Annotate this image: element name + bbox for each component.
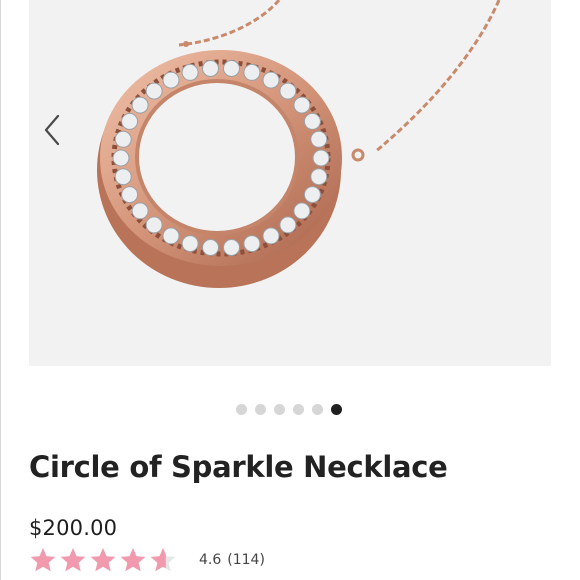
gem-stone — [162, 71, 180, 89]
gem-stone — [293, 96, 311, 114]
gem-stone — [223, 239, 240, 256]
review-count-link[interactable]: (114) — [227, 552, 265, 568]
gem-stone — [145, 82, 163, 100]
gem-stone — [121, 186, 139, 204]
gallery-dot[interactable] — [236, 403, 247, 415]
gem-stone — [303, 186, 321, 204]
rating-value: 4.6 — [199, 552, 222, 568]
gem-stone — [145, 216, 163, 234]
gem-stone — [202, 239, 219, 256]
gem-stone — [202, 60, 219, 77]
gem-stone — [121, 112, 139, 130]
gem-stone — [310, 168, 328, 186]
star-rating — [29, 546, 177, 574]
gallery-dot[interactable] — [274, 403, 285, 415]
star-icon — [120, 548, 146, 572]
gem-stone — [279, 216, 297, 234]
gem-stone — [114, 130, 132, 148]
gem-stone — [279, 82, 297, 100]
gem-stone — [131, 202, 149, 220]
gallery-dot[interactable] — [293, 403, 304, 415]
gem-stone — [181, 235, 199, 253]
product-price: $200.00 — [29, 516, 118, 540]
gem-stone — [162, 227, 180, 245]
star-icon — [90, 548, 116, 572]
star-icon — [30, 548, 56, 572]
gem-stone — [114, 168, 132, 186]
product-image-gallery[interactable] — [29, 0, 551, 366]
star-icon — [60, 548, 86, 572]
gem-stone — [303, 112, 321, 130]
gem-stone — [131, 96, 149, 114]
gem-stone — [243, 235, 261, 253]
gem-stone — [262, 71, 280, 89]
gem-stone — [243, 63, 261, 81]
gallery-dot[interactable] — [331, 403, 342, 415]
product-title: Circle of Sparkle Necklace — [29, 450, 448, 484]
gem-stone — [310, 130, 328, 148]
gallery-dot[interactable] — [312, 403, 323, 415]
gem-stone — [223, 60, 240, 77]
gallery-dot[interactable] — [255, 403, 266, 415]
star-icon — [150, 548, 176, 572]
gallery-pagination — [236, 403, 342, 415]
chevron-left-icon[interactable] — [39, 112, 65, 148]
gem-stone — [181, 63, 199, 81]
left-divider — [0, 0, 1, 580]
gem-stone — [112, 149, 130, 167]
gem-stone — [293, 202, 311, 220]
product-image — [97, 0, 501, 288]
product-rating[interactable]: 4.6 (114) — [29, 544, 265, 576]
gem-stone — [262, 227, 280, 245]
gem-stone — [312, 149, 330, 167]
